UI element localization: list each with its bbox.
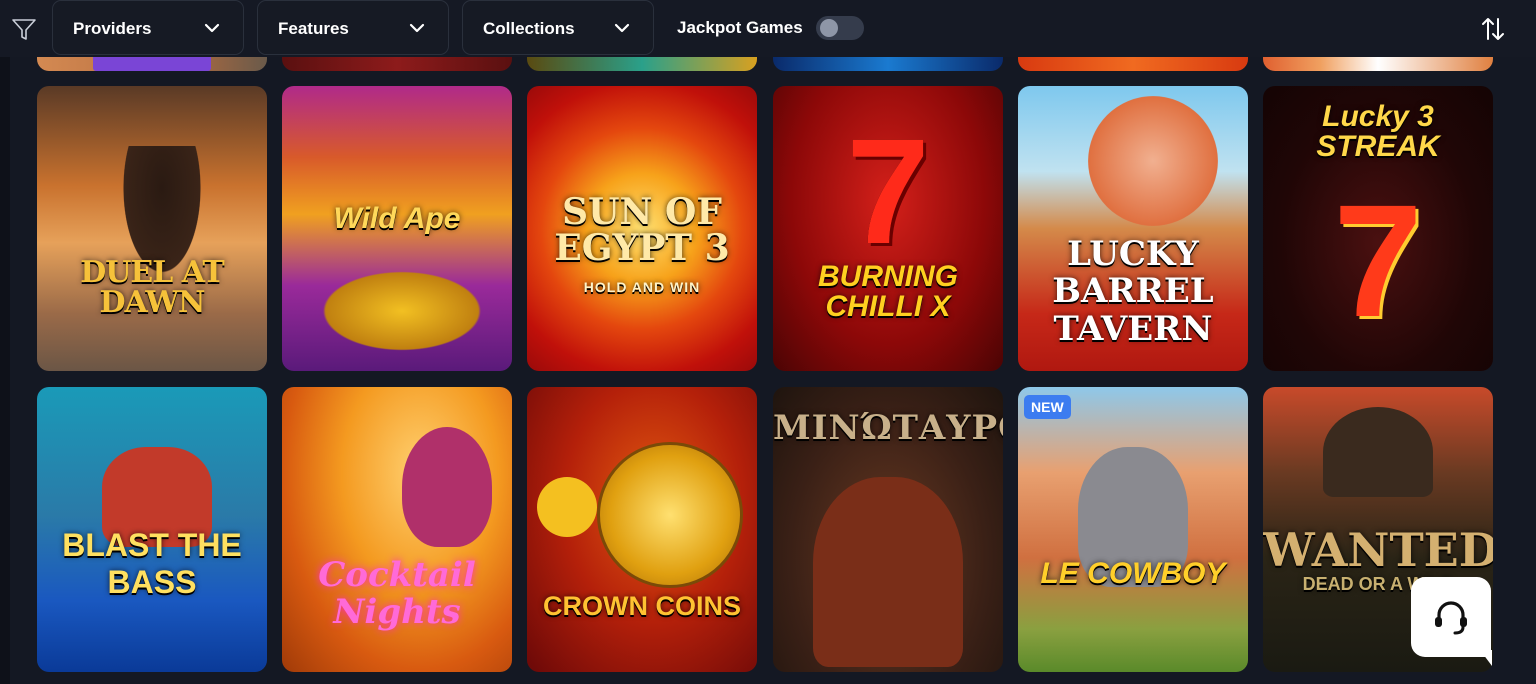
- game-title: Cocktail Nights: [318, 555, 476, 633]
- chevron-down-icon: [409, 23, 425, 33]
- seven-symbol: 7: [846, 107, 930, 275]
- features-label: Features: [278, 19, 349, 38]
- gold-coin: [597, 442, 743, 588]
- toggle-knob: [820, 19, 838, 37]
- support-bubble-tail: [1480, 650, 1492, 666]
- filter-icon[interactable]: [10, 15, 38, 43]
- new-badge: NEW: [1024, 395, 1071, 419]
- game-title: BURNING CHILLI X: [818, 260, 958, 323]
- game-tile-sun-of-egypt-3[interactable]: SUN OF EGYPT 3 HOLD AND WIN: [527, 86, 757, 371]
- game-title: ΜΙΝΏΤΑΥΡΟΣ: [773, 408, 1003, 448]
- game-subtitle: HOLD AND WIN: [583, 279, 701, 295]
- game-title: LE COWBOY: [1040, 557, 1226, 590]
- game-tile-wild-ape[interactable]: Wild Ape: [282, 86, 512, 371]
- game-title: SUN OF EGYPT 3: [554, 191, 730, 269]
- lemon-symbol: [537, 477, 597, 537]
- collections-dropdown[interactable]: Collections: [462, 0, 654, 55]
- game-tile-crown-coins[interactable]: CROWN COINS: [527, 387, 757, 672]
- seven-symbol: 7: [1333, 171, 1423, 350]
- game-title: Lucky 3 STREAK: [1316, 100, 1440, 163]
- woman-figure: [402, 427, 492, 547]
- game-title: Wild Ape: [333, 202, 461, 235]
- game-title: LUCKY BARREL TAVERN: [1052, 234, 1214, 349]
- gold-pile: [312, 266, 492, 356]
- game-tile-blast-the-bass[interactable]: BLAST THE BASS: [37, 387, 267, 672]
- collections-label: Collections: [483, 19, 575, 38]
- chevron-down-icon: [204, 23, 220, 33]
- game-title: DUEL AT DAWN: [80, 255, 225, 320]
- game-title: CROWN COINS: [543, 591, 741, 621]
- providers-dropdown[interactable]: Providers: [52, 0, 244, 55]
- jackpot-games-toggle[interactable]: [816, 16, 864, 40]
- leprechaun-face: [1088, 96, 1218, 226]
- minotaur-figure: [813, 477, 963, 667]
- jackpot-games-label: Jackpot Games: [677, 18, 803, 37]
- game-tile-lucky-barrel-tavern[interactable]: LUCKY BARREL TAVERN: [1018, 86, 1248, 371]
- headset-icon: [1435, 601, 1467, 635]
- sort-icon[interactable]: [1479, 15, 1507, 43]
- support-chat-button[interactable]: [1411, 577, 1491, 657]
- outlaw-hat: [1323, 407, 1433, 497]
- sidebar-edge: [0, 57, 10, 684]
- game-tile-duel-at-dawn[interactable]: DUEL AT DAWN: [37, 86, 267, 371]
- game-title: BLAST THE BASS: [62, 527, 242, 600]
- game-tile-burning-chilli-x[interactable]: 7 BURNING CHILLI X: [773, 86, 1003, 371]
- providers-label: Providers: [73, 19, 152, 38]
- chevron-down-icon: [614, 23, 630, 33]
- game-tile-lucky-3-streak[interactable]: Lucky 3 STREAK 7: [1263, 86, 1493, 371]
- game-title: WANTED: [1263, 523, 1493, 577]
- game-tile-le-cowboy[interactable]: NEW LE COWBOY: [1018, 387, 1248, 672]
- filter-bar: Providers Features Collections Jackpot G…: [0, 0, 1536, 57]
- game-tile-minotavros[interactable]: ΜΙΝΏΤΑΥΡΟΣ: [773, 387, 1003, 672]
- features-dropdown[interactable]: Features: [257, 0, 449, 55]
- game-tile-cocktail-nights[interactable]: Cocktail Nights: [282, 387, 512, 672]
